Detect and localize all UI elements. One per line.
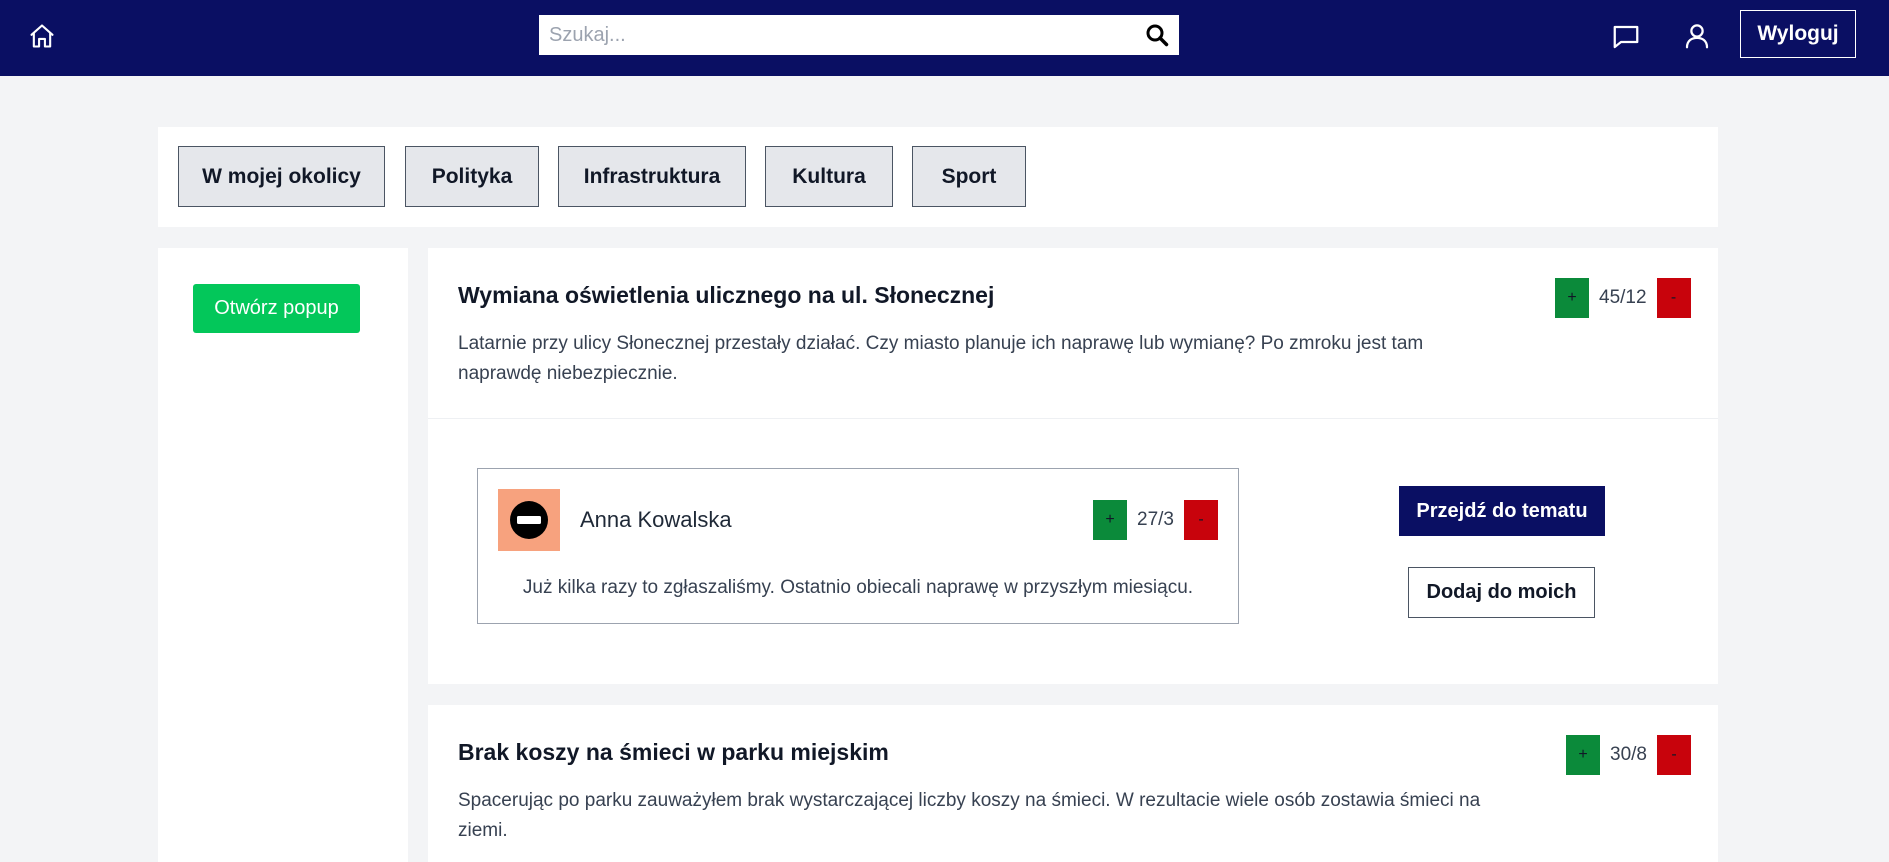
search-input[interactable] bbox=[549, 23, 1119, 47]
post-description: Spacerując po parku zauważyłem brak wyst… bbox=[458, 790, 1481, 841]
category-infrastructure[interactable]: Infrastruktura bbox=[558, 146, 746, 207]
post-vote: + 45/12 - bbox=[1555, 278, 1691, 318]
go-to-topic-button[interactable]: Przejdź do tematu bbox=[1399, 486, 1605, 536]
no-entry-icon bbox=[510, 501, 548, 539]
open-popup-button[interactable]: Otwórz popup bbox=[193, 284, 360, 333]
comment-upvote-button[interactable]: + bbox=[1093, 500, 1127, 540]
category-sport[interactable]: Sport bbox=[912, 146, 1026, 207]
top-navbar: Wyloguj bbox=[0, 0, 1889, 76]
avatar bbox=[498, 489, 560, 551]
logout-button[interactable]: Wyloguj bbox=[1740, 10, 1856, 58]
vote-count: 30/8 bbox=[1610, 744, 1647, 765]
post-card: Brak koszy na śmieci w parku miejskim Sp… bbox=[428, 705, 1718, 862]
divider bbox=[428, 418, 1718, 419]
search-icon[interactable] bbox=[1143, 21, 1171, 49]
category-bar: W mojej okolicy Polityka Infrastruktura … bbox=[158, 127, 1718, 227]
vote-count: 45/12 bbox=[1599, 287, 1647, 308]
user-icon[interactable] bbox=[1680, 19, 1714, 53]
category-nearby[interactable]: W mojej okolicy bbox=[178, 146, 385, 207]
comment-author: Anna Kowalska bbox=[580, 507, 732, 532]
search-bar bbox=[539, 15, 1179, 55]
sidebar: Otwórz popup bbox=[158, 248, 408, 862]
post-title[interactable]: Brak koszy na śmieci w parku miejskim bbox=[458, 739, 889, 766]
comment-text: Już kilka razy to zgłaszaliśmy. Ostatnio… bbox=[522, 577, 1194, 598]
post-vote: + 30/8 - bbox=[1566, 735, 1691, 775]
comment-vote: + 27/3 - bbox=[1093, 500, 1218, 540]
post-description: Latarnie przy ulicy Słonecznej przestały… bbox=[458, 333, 1424, 384]
comment-downvote-button[interactable]: - bbox=[1183, 500, 1218, 540]
home-icon[interactable] bbox=[26, 20, 58, 52]
comment-vote-count: 27/3 bbox=[1137, 509, 1174, 530]
category-politics[interactable]: Polityka bbox=[405, 146, 539, 207]
add-to-mine-button[interactable]: Dodaj do moich bbox=[1408, 567, 1595, 618]
post-card: Wymiana oświetlenia ulicznego na ul. Sło… bbox=[428, 248, 1718, 684]
chat-icon[interactable] bbox=[1609, 20, 1643, 54]
downvote-button[interactable]: - bbox=[1656, 735, 1691, 775]
downvote-button[interactable]: - bbox=[1656, 278, 1691, 318]
upvote-button[interactable]: + bbox=[1566, 735, 1600, 775]
comment-card: Anna Kowalska + 27/3 - Już kilka razy to… bbox=[477, 468, 1239, 624]
upvote-button[interactable]: + bbox=[1555, 278, 1589, 318]
post-title[interactable]: Wymiana oświetlenia ulicznego na ul. Sło… bbox=[458, 282, 994, 309]
category-culture[interactable]: Kultura bbox=[765, 146, 893, 207]
